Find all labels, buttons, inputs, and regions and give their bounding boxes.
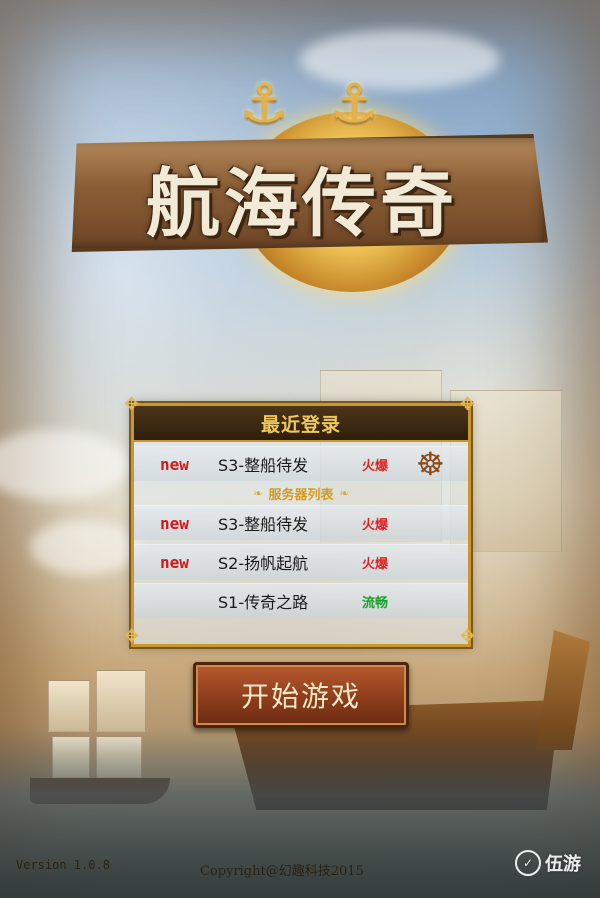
version-label: Version 1.0.8: [16, 858, 110, 872]
ship-wheel-icon: ☸: [416, 445, 445, 483]
server-name: S2-扬帆起航: [218, 554, 309, 573]
watermark-logo-icon: ✓: [515, 850, 541, 876]
watermark-text: 伍游: [545, 854, 581, 875]
server-list-header: ❧ 服务器列表 ❧: [134, 485, 468, 503]
anchor-icon: ⚓: [330, 72, 379, 135]
ornament-icon: ❧: [339, 486, 349, 500]
server-list-title: 服务器列表: [268, 487, 334, 503]
anchor-icon: ⚓: [240, 72, 289, 135]
corner-ornament-icon: ✥: [460, 394, 476, 415]
server-status: 流畅: [362, 595, 389, 611]
server-name: S3-整船待发: [218, 515, 309, 534]
server-status: 火爆: [362, 517, 389, 533]
ornament-icon: ❧: [253, 486, 263, 500]
server-name: S1-传奇之路: [218, 593, 309, 612]
recent-login-header: 最近登录: [134, 406, 468, 442]
new-badge: new: [160, 454, 189, 474]
corner-ornament-icon: ✥: [460, 626, 476, 647]
server-name: S3-整船待发: [218, 456, 309, 475]
cloud: [30, 520, 140, 575]
server-panel: 最近登录 new S3-整船待发 火爆 ☸ ❧ 服务器列表 ❧ new S3-整…: [131, 403, 471, 647]
corner-ornament-icon: ✥: [124, 626, 140, 647]
watermark: ✓ 伍游: [515, 850, 581, 876]
game-title: 航海传奇: [146, 161, 458, 247]
server-row[interactable]: new S2-扬帆起航 火爆: [134, 544, 468, 579]
game-logo: ⚓ ⚓ 航海传奇: [62, 72, 548, 312]
recent-server-row[interactable]: new S3-整船待发 火爆 ☸: [134, 446, 468, 481]
copyright-label: Copyright@幻趣科技2015: [200, 864, 364, 879]
server-row[interactable]: S1-传奇之路 流畅: [134, 583, 468, 618]
start-game-button[interactable]: 开始游戏: [193, 662, 409, 728]
new-badge: new: [160, 552, 189, 572]
server-row[interactable]: new S3-整船待发 火爆: [134, 505, 468, 540]
server-status: 火爆: [362, 556, 389, 572]
server-status: 火爆: [362, 458, 389, 474]
new-badge: new: [160, 513, 189, 533]
corner-ornament-icon: ✥: [124, 394, 140, 415]
